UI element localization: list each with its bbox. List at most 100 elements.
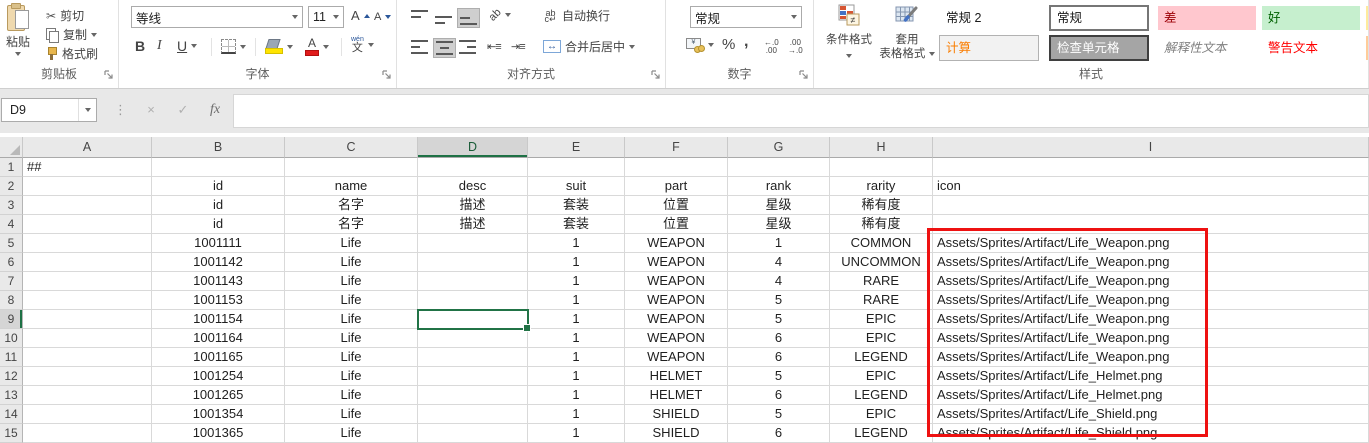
cell-G4[interactable]: 星级 (728, 215, 830, 234)
cell-H13[interactable]: LEGEND (830, 386, 933, 405)
cell-B8[interactable]: 1001153 (152, 291, 285, 310)
cell-E4[interactable]: 套装 (528, 215, 625, 234)
cell-B9[interactable]: 1001154 (152, 310, 285, 329)
row-header-15[interactable]: 15 (0, 424, 23, 443)
cell-E15[interactable]: 1 (528, 424, 625, 443)
cell-H3[interactable]: 稀有度 (830, 196, 933, 215)
wrap-text-button[interactable]: abc↵ 自动换行 (543, 7, 610, 24)
cell-C8[interactable]: Life (285, 291, 418, 310)
align-center-button[interactable] (433, 38, 456, 58)
cell-G5[interactable]: 1 (728, 234, 830, 253)
cell-F14[interactable]: SHIELD (625, 405, 728, 424)
cell-style-check[interactable]: 检查单元格 (1049, 35, 1149, 61)
cell-I10[interactable]: Assets/Sprites/Artifact/Life_Weapon.png (933, 329, 1369, 348)
row-header-14[interactable]: 14 (0, 405, 23, 424)
cell-style-input[interactable]: 输入 (1365, 35, 1369, 61)
cell-E5[interactable]: 1 (528, 234, 625, 253)
cell-B14[interactable]: 1001354 (152, 405, 285, 424)
cell-F9[interactable]: WEAPON (625, 310, 728, 329)
cell-C4[interactable]: 名字 (285, 215, 418, 234)
font-dialog-launcher-icon[interactable] (381, 69, 393, 81)
cell-C2[interactable]: name (285, 177, 418, 196)
decrease-font-size-button[interactable]: A (374, 11, 391, 23)
cell-C9[interactable]: Life (285, 310, 418, 329)
cell-F11[interactable]: WEAPON (625, 348, 728, 367)
row-header-5[interactable]: 5 (0, 234, 23, 253)
merge-center-button[interactable]: ↔ 合并后居中 (543, 38, 635, 55)
row-header-2[interactable]: 2 (0, 177, 23, 196)
cell-D5[interactable] (418, 234, 528, 253)
cell-I5[interactable]: Assets/Sprites/Artifact/Life_Weapon.png (933, 234, 1369, 253)
align-middle-button[interactable] (433, 8, 454, 26)
cell-G15[interactable]: 6 (728, 424, 830, 443)
cell-G11[interactable]: 6 (728, 348, 830, 367)
cell-I12[interactable]: Assets/Sprites/Artifact/Life_Helmet.png (933, 367, 1369, 386)
cell-C13[interactable]: Life (285, 386, 418, 405)
row-header-9[interactable]: 9 (0, 310, 23, 329)
cell-F3[interactable]: 位置 (625, 196, 728, 215)
cell-C11[interactable]: Life (285, 348, 418, 367)
cell-H7[interactable]: RARE (830, 272, 933, 291)
cell-E10[interactable]: 1 (528, 329, 625, 348)
cell-H1[interactable] (830, 158, 933, 177)
cell-C5[interactable]: Life (285, 234, 418, 253)
cell-A10[interactable] (23, 329, 152, 348)
cell-H15[interactable]: LEGEND (830, 424, 933, 443)
cell-A9[interactable] (23, 310, 152, 329)
cell-H12[interactable]: EPIC (830, 367, 933, 386)
cell-C14[interactable]: Life (285, 405, 418, 424)
accounting-format-button[interactable]: ¥ (686, 38, 714, 52)
row-header-6[interactable]: 6 (0, 253, 23, 272)
column-header-H[interactable]: H (830, 137, 933, 158)
column-header-G[interactable]: G (728, 137, 830, 158)
cell-A4[interactable] (23, 215, 152, 234)
cell-G1[interactable] (728, 158, 830, 177)
cell-F12[interactable]: HELMET (625, 367, 728, 386)
cell-H11[interactable]: LEGEND (830, 348, 933, 367)
comma-style-button[interactable]: , (744, 33, 748, 51)
bold-button[interactable]: B (135, 38, 145, 54)
cell-D14[interactable] (418, 405, 528, 424)
row-header-11[interactable]: 11 (0, 348, 23, 367)
cell-E8[interactable]: 1 (528, 291, 625, 310)
cell-F6[interactable]: WEAPON (625, 253, 728, 272)
cell-C6[interactable]: Life (285, 253, 418, 272)
formula-input[interactable] (233, 94, 1369, 128)
row-header-4[interactable]: 4 (0, 215, 23, 234)
cell-A15[interactable] (23, 424, 152, 443)
cell-D10[interactable] (418, 329, 528, 348)
cell-B12[interactable]: 1001254 (152, 367, 285, 386)
cell-style-explain[interactable]: 解释性文本 (1157, 35, 1257, 61)
font-size-combo[interactable]: 11 (308, 6, 344, 28)
cell-D4[interactable]: 描述 (418, 215, 528, 234)
increase-indent-button[interactable]: ⇥≡ (511, 40, 525, 53)
cell-I9[interactable]: Assets/Sprites/Artifact/Life_Weapon.png (933, 310, 1369, 329)
cell-A11[interactable] (23, 348, 152, 367)
cell-B15[interactable]: 1001365 (152, 424, 285, 443)
column-header-F[interactable]: F (625, 137, 728, 158)
font-name-combo[interactable]: 等线 (131, 6, 303, 28)
cell-E14[interactable]: 1 (528, 405, 625, 424)
clipboard-dialog-launcher-icon[interactable] (103, 69, 115, 81)
row-header-12[interactable]: 12 (0, 367, 23, 386)
row-header-3[interactable]: 3 (0, 196, 23, 215)
orientation-button[interactable]: ab (489, 9, 511, 21)
cell-style-calc[interactable]: 计算 (939, 35, 1039, 61)
cell-B1[interactable] (152, 158, 285, 177)
align-right-button[interactable] (457, 38, 478, 56)
cell-style-bad[interactable]: 差 (1157, 5, 1257, 31)
select-all-button[interactable] (0, 137, 23, 158)
cell-D7[interactable] (418, 272, 528, 291)
phonetic-guide-button[interactable]: wén文 (351, 36, 374, 54)
decrease-decimal-button[interactable]: .00→.0 (788, 39, 803, 55)
column-header-C[interactable]: C (285, 137, 418, 158)
cell-C10[interactable]: Life (285, 329, 418, 348)
cell-D13[interactable] (418, 386, 528, 405)
cell-I7[interactable]: Assets/Sprites/Artifact/Life_Weapon.png (933, 272, 1369, 291)
cell-F2[interactable]: part (625, 177, 728, 196)
cell-A14[interactable] (23, 405, 152, 424)
cell-A6[interactable] (23, 253, 152, 272)
cell-B4[interactable]: id (152, 215, 285, 234)
cell-I8[interactable]: Assets/Sprites/Artifact/Life_Weapon.png (933, 291, 1369, 310)
cell-C3[interactable]: 名字 (285, 196, 418, 215)
